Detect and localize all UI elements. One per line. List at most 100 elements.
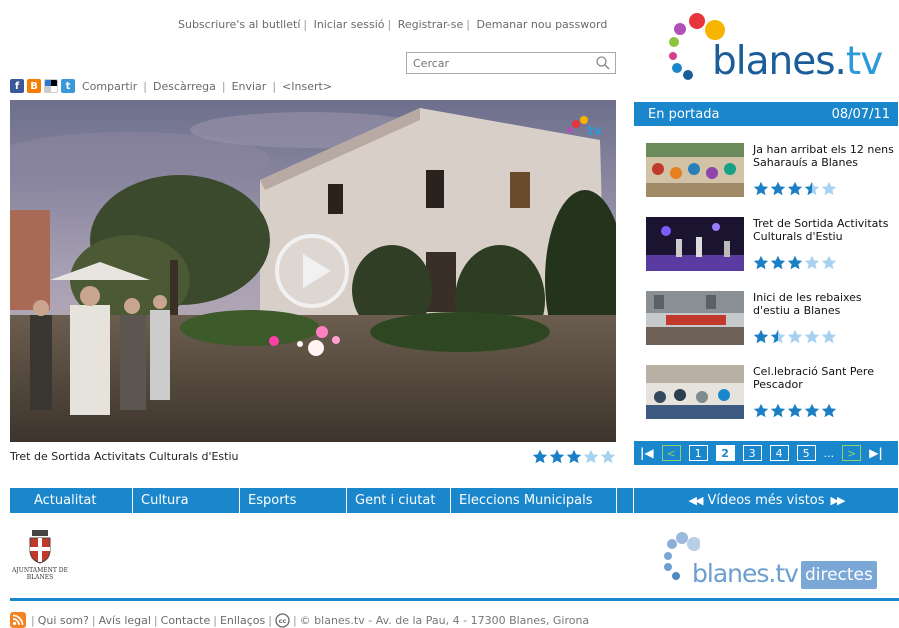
- arrow-left-icon[interactable]: ◀◀: [689, 494, 704, 507]
- most-viewed-bar[interactable]: ◀◀ Vídeos més vistos ▶▶: [634, 488, 898, 513]
- blogger-icon[interactable]: B: [27, 79, 41, 93]
- portada-item[interactable]: Tret de Sortida Activitats Culturals d'E…: [646, 217, 896, 287]
- send-link[interactable]: Enviar: [232, 80, 267, 93]
- delicious-icon[interactable]: [44, 79, 58, 93]
- portada-item[interactable]: Ja han arribat els 12 nens Saharauís a B…: [646, 143, 896, 213]
- last-page-icon[interactable]: ▶|: [869, 446, 883, 460]
- separator: |: [387, 18, 392, 31]
- register-link[interactable]: Registrar-se: [398, 18, 464, 31]
- portada-pager: |◀ < 1 2 3 4 5 ... > ▶|: [634, 441, 898, 465]
- star-icon: [787, 255, 803, 270]
- page-button[interactable]: 4: [769, 445, 789, 461]
- separator: |: [143, 79, 147, 93]
- twitter-icon[interactable]: t: [61, 79, 75, 93]
- separator: |: [303, 18, 308, 31]
- thumbnail[interactable]: [646, 143, 744, 197]
- video-player[interactable]: tv: [10, 100, 616, 442]
- nav-item-eleccions[interactable]: Eleccions Municipals: [450, 488, 616, 513]
- item-rating: [753, 255, 838, 270]
- item-title[interactable]: Ja han arribat els 12 nens Saharauís a B…: [753, 143, 898, 169]
- rss-icon[interactable]: [10, 612, 26, 628]
- prev-page-button[interactable]: <: [661, 445, 681, 461]
- directes-text: blanes.tv directes: [692, 560, 877, 589]
- most-viewed-label[interactable]: Vídeos més vistos: [707, 493, 824, 508]
- arrow-right-icon[interactable]: ▶▶: [831, 494, 846, 507]
- star-icon: [753, 181, 769, 196]
- star-icon[interactable]: [532, 449, 548, 464]
- directes-label: directes: [800, 561, 877, 589]
- star-icon: [804, 181, 820, 196]
- first-page-icon[interactable]: |◀: [640, 446, 654, 460]
- main-nav: Actualitat Cultura Esports Gent i ciutat…: [10, 488, 633, 513]
- star-icon: [753, 403, 769, 418]
- share-link[interactable]: Compartir: [82, 80, 137, 93]
- star-icon[interactable]: [583, 449, 599, 464]
- thumbnail[interactable]: [646, 217, 744, 271]
- portada-item[interactable]: Inici de les rebaixes d'estiu a Blanes: [646, 291, 896, 361]
- embed-link[interactable]: <Insert>: [282, 80, 332, 93]
- item-title[interactable]: Inici de les rebaixes d'estiu a Blanes: [753, 291, 898, 317]
- portada-item[interactable]: Cel.lebració Sant Pere Pescador: [646, 365, 896, 435]
- star-icon: [804, 329, 820, 344]
- separator: |: [268, 613, 272, 627]
- password-link[interactable]: Demanar nou password: [476, 18, 607, 31]
- item-title[interactable]: Cel.lebració Sant Pere Pescador: [753, 365, 898, 391]
- play-icon[interactable]: [273, 232, 351, 310]
- footer: | Qui som? | Avís legal | Contacte | Enllaç…: [10, 612, 589, 628]
- thumbnail[interactable]: [646, 291, 744, 345]
- site-logo[interactable]: blanes.tv: [660, 12, 890, 92]
- star-icon: [770, 329, 786, 344]
- ajuntament-line2: BLANES: [26, 574, 54, 581]
- nav-item-cultura[interactable]: Cultura: [132, 488, 239, 513]
- page-button[interactable]: 3: [742, 445, 762, 461]
- separator: |: [466, 18, 470, 31]
- page-button-current[interactable]: 2: [715, 445, 735, 461]
- star-icon[interactable]: [566, 449, 582, 464]
- nav-item-esports[interactable]: Esports: [239, 488, 346, 513]
- search-input[interactable]: [407, 53, 587, 73]
- page-button[interactable]: 5: [796, 445, 816, 461]
- search-icon[interactable]: [595, 55, 611, 71]
- links-link[interactable]: Enllaços: [220, 614, 265, 627]
- item-rating: [753, 181, 838, 196]
- portada-date: 08/07/11: [831, 106, 890, 122]
- separator: |: [292, 613, 297, 627]
- svg-text:cc: cc: [279, 617, 287, 625]
- item-rating: [753, 403, 838, 418]
- nav-item-gent-i-ciutat[interactable]: Gent i ciutat: [346, 488, 450, 513]
- footer-divider: [10, 598, 899, 601]
- facebook-icon[interactable]: f: [10, 79, 24, 93]
- item-rating: [753, 329, 838, 344]
- video-rating[interactable]: [532, 449, 617, 464]
- video-title: Tret de Sortida Activitats Culturals d'E…: [10, 450, 239, 463]
- star-icon: [753, 255, 769, 270]
- thumbnail[interactable]: [646, 365, 744, 419]
- star-icon: [770, 255, 786, 270]
- login-link[interactable]: Iniciar sessió: [314, 18, 385, 31]
- star-icon: [821, 403, 837, 418]
- star-icon: [804, 403, 820, 418]
- watermark-text: tv: [587, 124, 602, 139]
- star-icon[interactable]: [600, 449, 616, 464]
- page-button[interactable]: 1: [688, 445, 708, 461]
- portada-panel: En portada 08/07/11: [634, 102, 898, 126]
- legal-link[interactable]: Avís legal: [99, 614, 151, 627]
- creative-commons-icon[interactable]: cc: [275, 612, 290, 628]
- next-page-button[interactable]: >: [842, 445, 862, 461]
- item-title[interactable]: Tret de Sortida Activitats Culturals d'E…: [753, 217, 898, 243]
- star-icon[interactable]: [549, 449, 565, 464]
- directes-logo[interactable]: blanes.tv directes: [660, 530, 892, 590]
- star-icon: [770, 181, 786, 196]
- separator: |: [153, 613, 158, 627]
- search-box: [406, 52, 616, 74]
- star-icon: [821, 329, 837, 344]
- nav-item-actualitat[interactable]: Actualitat: [10, 488, 132, 513]
- download-link[interactable]: Descàrrega: [153, 80, 216, 93]
- ajuntament-logo[interactable]: AJUNTAMENT DE BLANES: [10, 530, 70, 585]
- subscribe-link[interactable]: Subscriure's al butlletí: [178, 18, 300, 31]
- about-link[interactable]: Qui som?: [38, 614, 89, 627]
- star-icon: [821, 255, 837, 270]
- top-links: Subscriure's al butlletí | Iniciar sessió…: [178, 18, 607, 31]
- separator: |: [221, 79, 226, 93]
- contact-link[interactable]: Contacte: [161, 614, 211, 627]
